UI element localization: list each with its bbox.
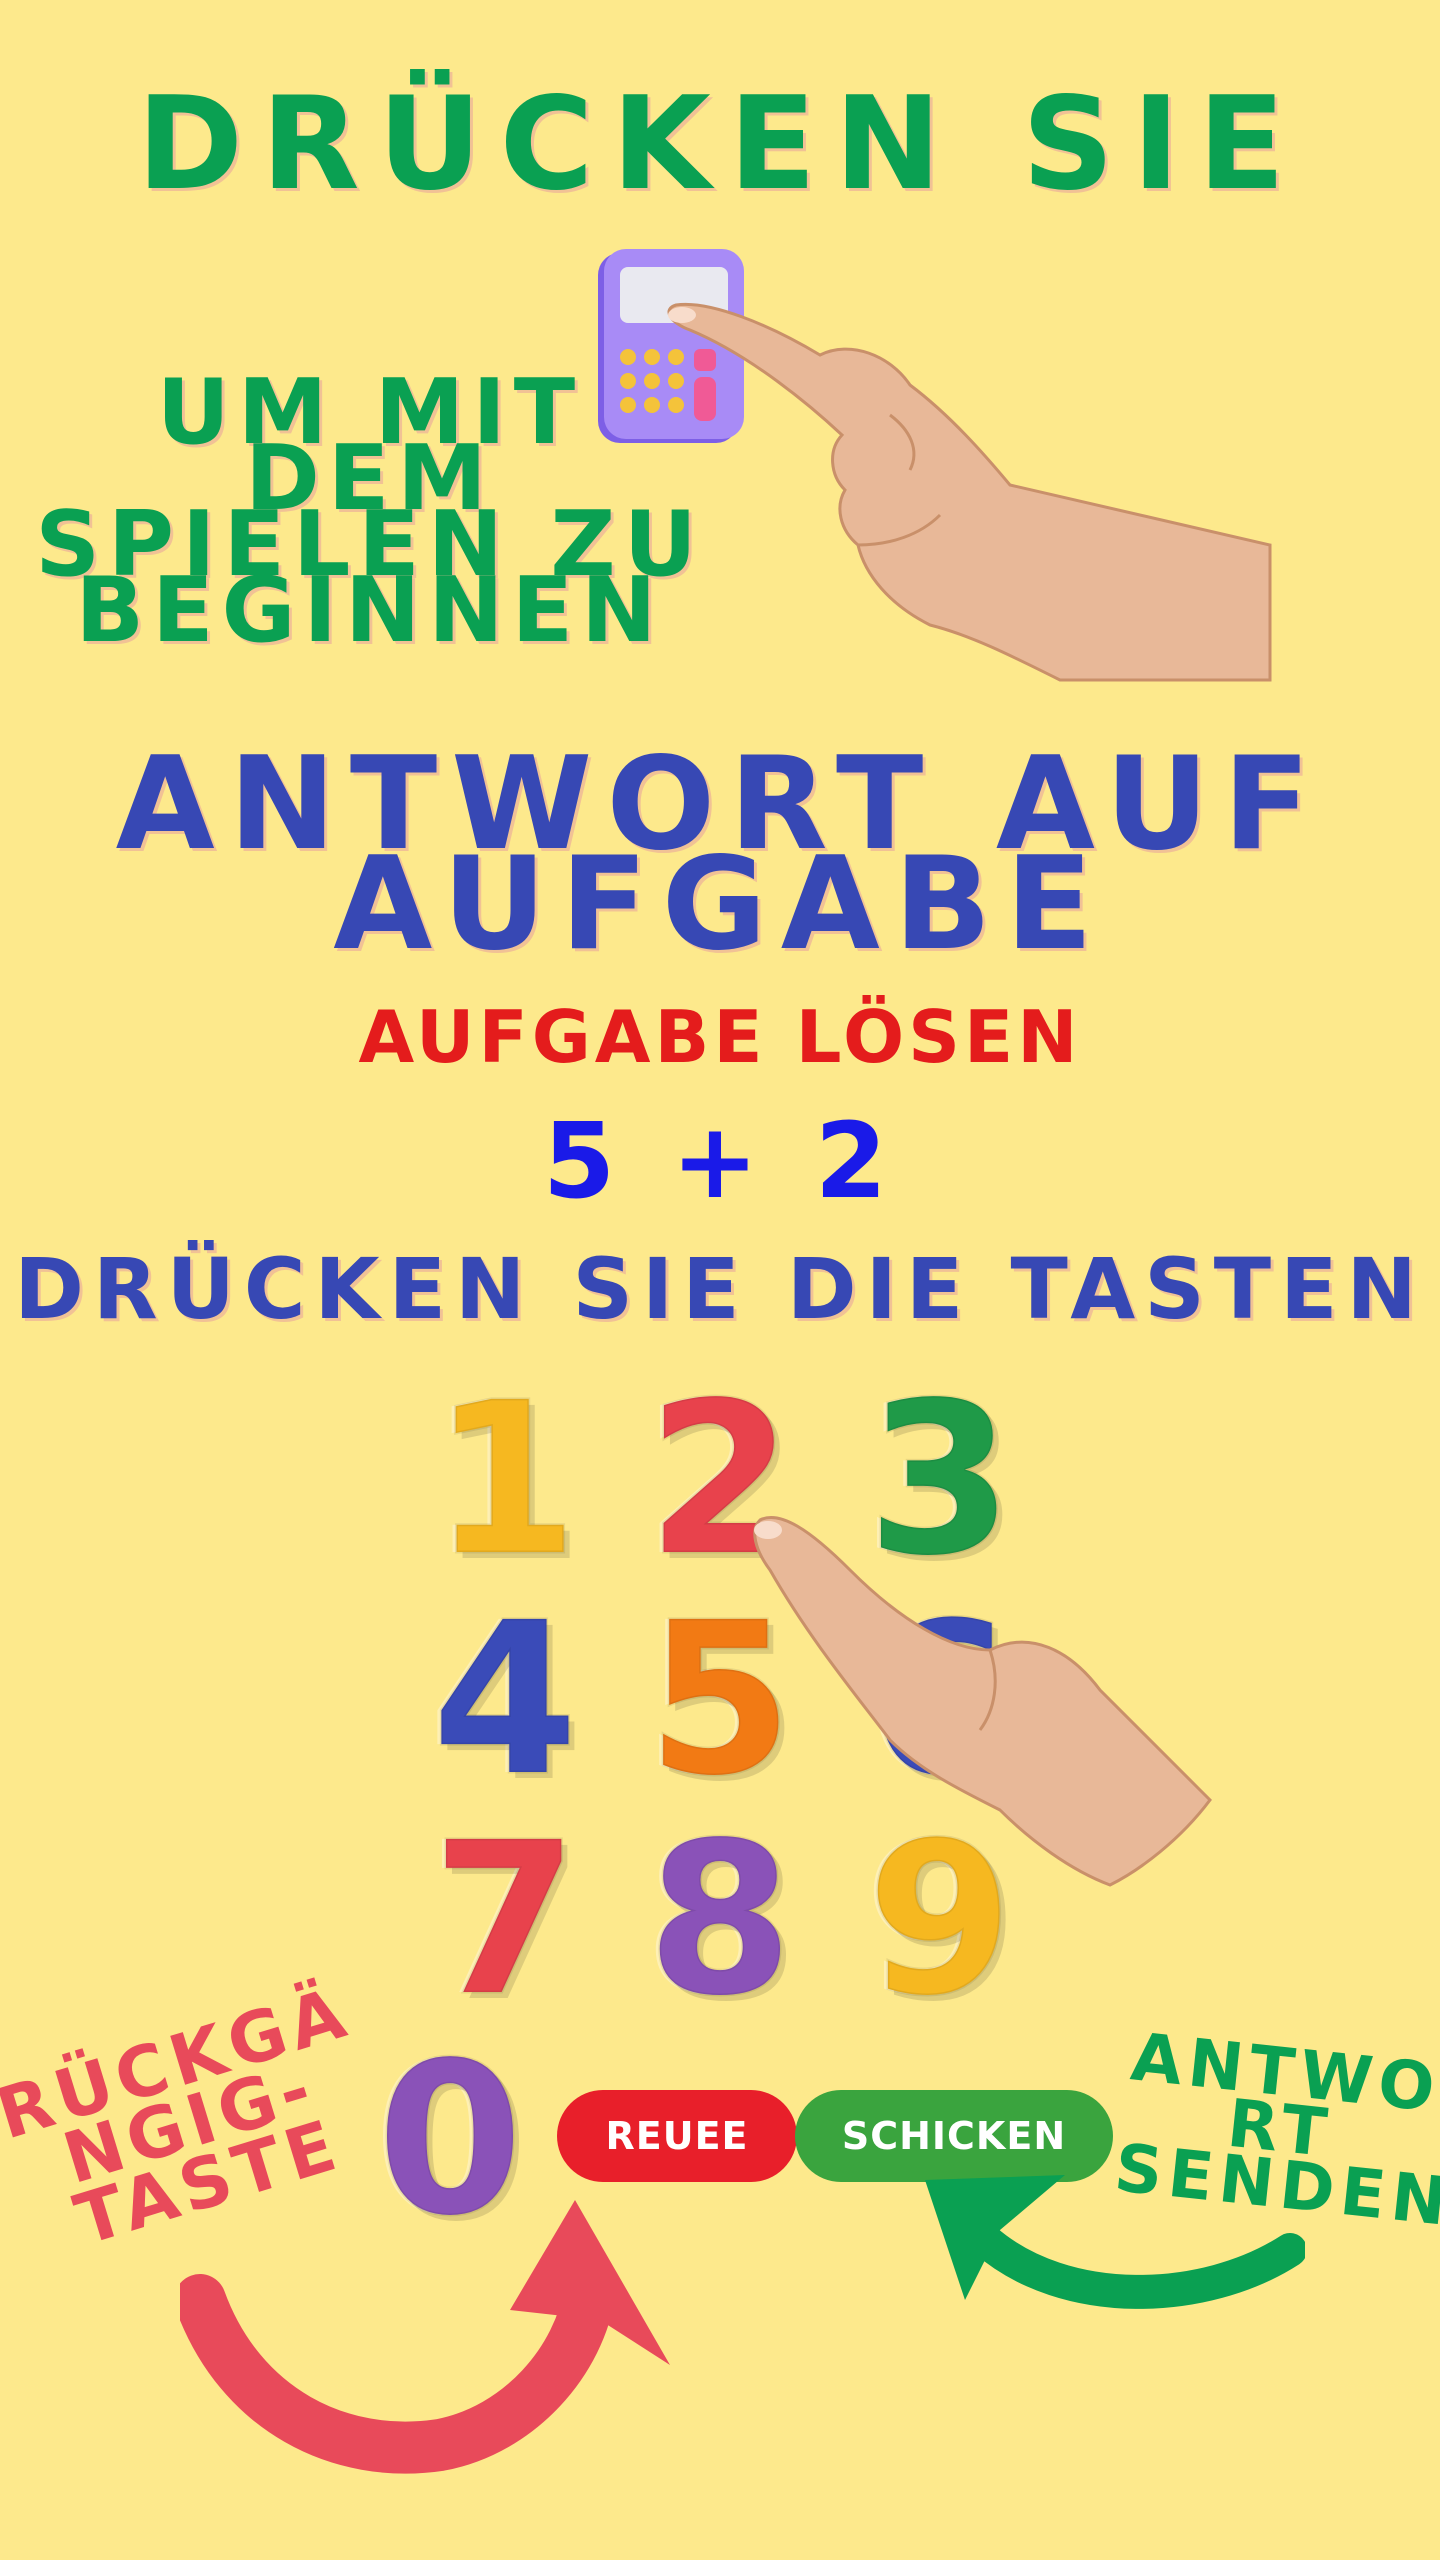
key-7[interactable]: 7: [430, 1813, 580, 2026]
pointing-hand-icon: [753, 1515, 1212, 1887]
calculator-with-hand-illustration: [598, 249, 1272, 682]
keys-instruction: DRÜCKEN SIE DIE TASTEN: [14, 1240, 1426, 1338]
page-title: DRÜCKEN SIE: [136, 70, 1304, 219]
key-4[interactable]: 4: [430, 1593, 580, 1806]
answer-title: ANTWORT AUF AUFGABE: [60, 741, 1380, 969]
task-label: AUFGABE LÖSEN: [358, 995, 1082, 1079]
curved-arrow-icon: [180, 2200, 670, 2474]
send-button[interactable]: SCHICKEN: [795, 2090, 1113, 2182]
curved-arrow-icon: [925, 2175, 1305, 2309]
task-expression: 5 + 2: [542, 1100, 898, 1222]
undo-button[interactable]: REUEE: [557, 2090, 797, 2182]
pointing-hand-icon: [667, 302, 1272, 682]
key-1[interactable]: 1: [430, 1373, 580, 1586]
